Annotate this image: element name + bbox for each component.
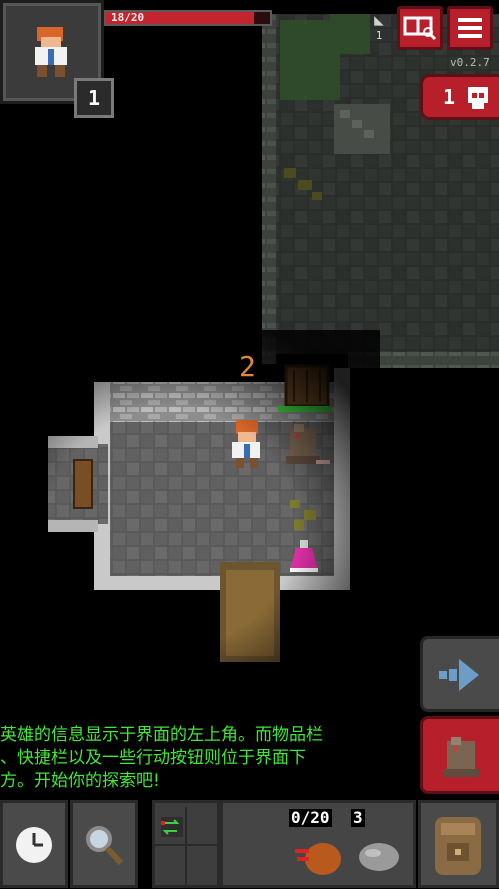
quickslot-items[interactable]: 0/20 3	[220, 800, 416, 888]
health-bar: 18/20	[104, 10, 272, 26]
search-button[interactable]	[70, 800, 138, 888]
menu-icon	[458, 18, 482, 38]
stairs-up[interactable]	[334, 104, 390, 154]
quickslot-darts[interactable]: 0/20	[289, 809, 351, 883]
stairs-icon: ◣	[374, 10, 384, 29]
message-line: 方。开始你的探索吧!	[0, 771, 160, 791]
remembered-room-wall	[262, 14, 276, 364]
danger-count: 1	[443, 85, 456, 109]
resume-arrow-icon	[439, 659, 479, 691]
menu-button[interactable]	[447, 6, 493, 50]
version-label: v0.2.7	[450, 56, 490, 69]
message-line: 、快捷栏以及一些行动按钮则位于界面下	[0, 748, 306, 768]
fog-shade	[0, 330, 380, 690]
dart-icon	[295, 843, 341, 875]
depth-indicator: ◣ 1	[366, 10, 392, 50]
rat-icon	[443, 737, 479, 777]
clock-icon	[16, 827, 52, 863]
stone-count: 3	[351, 808, 365, 827]
swap-icon	[155, 807, 217, 885]
resume-button[interactable]	[420, 636, 499, 712]
floating-number: 2	[239, 350, 256, 383]
danger-indicator[interactable]: 1	[420, 74, 499, 120]
backpack-icon	[435, 817, 481, 875]
magnifier-icon	[86, 826, 124, 866]
dart-count: 0/20	[289, 808, 332, 827]
skull-icon	[468, 87, 488, 109]
stone-icon	[359, 843, 399, 871]
journal-button[interactable]	[397, 6, 443, 50]
attack-target-button[interactable]	[420, 716, 499, 794]
depth-value: 1	[375, 29, 383, 42]
health-text: 18/20	[111, 11, 145, 24]
backpack-button[interactable]	[418, 800, 499, 888]
journal-icon	[403, 16, 437, 41]
quickslot-stones[interactable]: 3	[351, 809, 413, 883]
message-line: 英雄的信息显示于界面的左上角。而物品栏	[0, 725, 323, 745]
wait-button[interactable]	[0, 800, 68, 888]
hero-portrait	[35, 27, 67, 77]
level-badge: 1	[74, 78, 114, 118]
message-log: 英雄的信息显示于界面的左上角。而物品栏 、快捷栏以及一些行动按钮则位于界面下 方…	[0, 724, 420, 793]
quickslot-swap[interactable]	[152, 800, 220, 888]
